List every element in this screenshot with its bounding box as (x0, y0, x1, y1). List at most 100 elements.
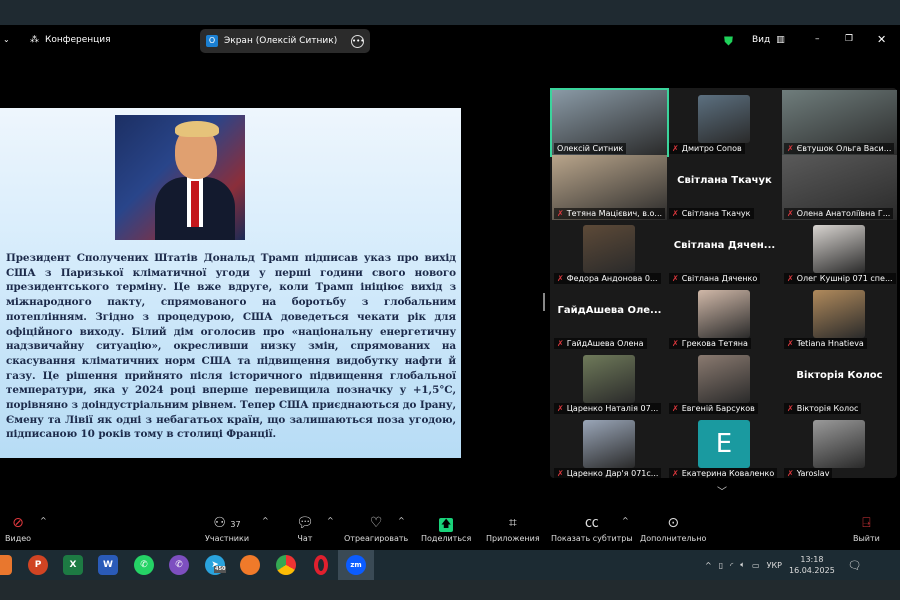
participant-name-tag: ✗ Евгеній Барсуков (669, 403, 758, 414)
meeting-info[interactable]: ⁂ Конференция (30, 35, 111, 45)
participant-tile[interactable]: E ✗ Екатерина Коваленко (667, 415, 782, 480)
wifi-icon[interactable]: ◜ (730, 561, 733, 570)
clock[interactable]: 13:18 16.04.2025 (789, 554, 835, 576)
mic-muted-icon: ✗ (787, 404, 794, 413)
participants-button[interactable]: ⚇ 37 Участники (205, 512, 249, 543)
participant-tile[interactable]: ✗ Tetiana Hnatieva (782, 285, 897, 350)
participant-big-name: ГайдАшева Оле... (557, 305, 662, 316)
tray-expand-icon[interactable]: ^ (705, 561, 712, 570)
chat-caret[interactable]: ^ (327, 516, 334, 525)
taskbar-zoom[interactable]: zm (346, 555, 366, 575)
participant-video (813, 290, 865, 338)
more-button[interactable]: ⊙ Дополнительно (640, 512, 706, 543)
participant-name-tag: ✗ Царенко Наталія 07... (554, 403, 662, 414)
participants-caret[interactable]: ^ (262, 516, 269, 525)
taskbar-viber[interactable]: ✆ (169, 555, 189, 575)
participant-tile[interactable]: ✗ Федора Андонова 0... (552, 220, 667, 285)
participant-tile[interactable]: ✗ Олена Анатоліївна Г... (782, 155, 897, 220)
participant-name-tag: ✗ Грекова Тетяна (669, 338, 751, 349)
mic-muted-icon: ✗ (787, 339, 794, 348)
participant-tile[interactable]: Олексій Ситник (550, 88, 669, 157)
taskbar-word[interactable]: W (98, 555, 118, 575)
more-icon[interactable]: ••• (351, 34, 364, 48)
volume-icon[interactable]: 🔈︎ (740, 560, 745, 570)
notifications-icon[interactable]: 🗨︎ (848, 559, 862, 572)
react-caret[interactable]: ^ (398, 516, 405, 525)
participant-video (698, 355, 750, 403)
participants-label: Участники (205, 534, 250, 543)
participant-name: Федора Андонова 0... (566, 274, 658, 283)
view-label: Вид (752, 35, 771, 45)
captions-caret[interactable]: ^ (622, 516, 629, 525)
battery-icon[interactable]: ▭ (752, 561, 760, 570)
close-button[interactable]: ✕ (877, 33, 886, 46)
participant-name: Tetiana Hnatieva (796, 339, 864, 348)
participant-tile[interactable]: ✗ Царенко Дар'я 071с... (552, 415, 667, 480)
shield-icon[interactable]: ⛊ (724, 34, 733, 49)
taskbar-firefox[interactable] (240, 555, 260, 575)
taskbar-whatsapp[interactable]: ✆ (134, 555, 154, 575)
people-icon: ⁂ (30, 35, 39, 45)
participant-name-tag: ✗ Олег Кушнір 071 спе... (784, 273, 896, 284)
participant-name-tag: ✗ Екатерина Коваленко (669, 468, 778, 479)
screen-share-pill[interactable]: O Экран (Олексій Ситник) ••• (200, 29, 370, 53)
view-button[interactable]: Вид ▥ (752, 35, 785, 45)
heart-icon: ♡ (369, 515, 383, 531)
participant-tile[interactable]: ✗ Евгеній Барсуков (667, 350, 782, 415)
taskbar-app-partial[interactable] (0, 555, 12, 575)
video-options-caret[interactable]: ^ (40, 516, 47, 525)
taskbar-excel[interactable]: X (63, 555, 83, 575)
top-strip (0, 0, 900, 25)
participant-name-tag: ✗ Тетяна Мацієвич, в.о... (554, 208, 666, 219)
participant-tile[interactable]: ✗ Yaroslav (782, 415, 897, 480)
participant-tile[interactable]: ✗ Дмитро Сопов (667, 90, 782, 155)
participant-big-name: Світлана Дячен... (673, 240, 776, 251)
scroll-down-chevron-icon[interactable]: ﹀ (717, 483, 727, 498)
participants-icon: ⚇ 37 (213, 515, 241, 531)
participant-name: Світлана Ткачук (681, 209, 751, 218)
participant-name: Yaroslav (796, 469, 830, 478)
participant-tile[interactable]: ✗ Євтушок Ольга Васи... (782, 90, 897, 155)
participant-gallery: Олексій Ситник ✗ Дмитро Сопов ✗ Євтушок Ольг… (550, 88, 897, 480)
chat-button[interactable]: 💬︎ Чат (296, 512, 314, 543)
participant-tile[interactable]: ГайдАшева Оле... ✗ ГайдАшева Олена (552, 285, 667, 350)
minimize-button[interactable]: – (815, 34, 820, 44)
participant-big-name: Світлана Ткачук (677, 175, 772, 186)
apps-button[interactable]: ⌗ Приложения (486, 512, 540, 543)
participant-name-tag: ✗ Yaroslav (784, 468, 833, 479)
mic-muted-icon: ✗ (557, 209, 564, 218)
taskbar-opera[interactable] (314, 555, 328, 575)
participant-tile[interactable]: Вікторія Колос ✗ Вікторія Колос (782, 350, 897, 415)
mic-muted-icon: ✗ (672, 404, 679, 413)
slide-photo (115, 115, 245, 240)
leave-button[interactable]: ⍈ Выйти (853, 512, 880, 543)
language-indicator[interactable]: УКР (767, 561, 782, 570)
restore-button[interactable]: ❐ (845, 34, 853, 44)
chevron-down-icon[interactable]: ⌄ (3, 35, 10, 44)
mic-muted-icon: ✗ (672, 339, 679, 348)
participant-name: Олена Анатоліївна Г... (796, 209, 891, 218)
captions-button[interactable]: ㏄ Показать субтитры (551, 512, 633, 543)
participant-tile[interactable]: ✗ Тетяна Мацієвич, в.о... (552, 155, 667, 220)
taskbar-chrome[interactable] (276, 555, 296, 575)
participant-tile[interactable]: ✗ Грекова Тетяна (667, 285, 782, 350)
participant-name: Екатерина Коваленко (681, 469, 775, 478)
participant-tile[interactable]: ✗ Царенко Наталія 07... (552, 350, 667, 415)
splitter-handle[interactable] (543, 293, 545, 311)
participant-name: Дмитро Сопов (681, 144, 742, 153)
participant-tile[interactable]: Світлана Ткачук ✗ Світлана Ткачук (667, 155, 782, 220)
participant-video (583, 420, 635, 468)
taskbar-telegram[interactable]: ➤ 450 (205, 555, 227, 575)
participant-name: Олег Кушнір 071 спе... (796, 274, 893, 283)
participant-tile[interactable]: Світлана Дячен... ✗ Світлана Дяченко (667, 220, 782, 285)
participant-tile[interactable]: ✗ Олег Кушнір 071 спе... (782, 220, 897, 285)
mic-muted-icon: ✗ (787, 144, 794, 153)
taskbar-powerpoint[interactable]: P (28, 555, 48, 575)
taskbar: P X W ✆ ✆ ➤ 450 zm ^ ▯ ◜ 🔈︎ ▭ УКР 13:18 16… (0, 550, 900, 580)
share-button[interactable]: 🡅 Поделиться (421, 512, 471, 543)
mic-muted-icon: ✗ (787, 469, 794, 478)
tray-device-icon[interactable]: ▯ (719, 561, 723, 570)
participant-avatar: E (698, 420, 750, 468)
telegram-badge: 450 (214, 566, 227, 573)
video-button[interactable]: ⊘ Видео (5, 512, 31, 543)
